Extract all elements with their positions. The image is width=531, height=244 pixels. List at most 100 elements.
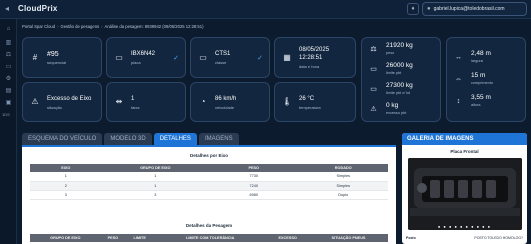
sidebar: ⌂ ▥ ⚖ ▭ ⚙ ▤ ▣ 1DS (0, 19, 17, 244)
lane-label: faixa (131, 105, 140, 110)
weight-label: excesso pbt (386, 111, 407, 115)
menu-toggle-icon[interactable]: ◂ (5, 4, 9, 13)
axle-details-title: Detalhes por Eixo (189, 153, 228, 158)
weight-value: 0 kg (386, 102, 399, 109)
status-card: ⚠ Excesso de Eixo situação (22, 82, 102, 122)
status-label: situação (47, 105, 62, 110)
table-cell: 2 (30, 181, 102, 191)
app-title: CloudPrix (18, 4, 58, 13)
plate-card: ▭ IBX6N42 placa ✓ (106, 37, 186, 78)
column-header: SITUAÇÃO PNEUS (308, 234, 388, 242)
table-cell: 7730 (208, 172, 299, 182)
table-cell: Simples (298, 172, 388, 182)
chart-icon[interactable]: ▥ (4, 39, 13, 48)
report-icon[interactable]: ▤ (4, 87, 13, 96)
breadcrumb-item[interactable]: Portal Spar Cloud (22, 24, 55, 29)
table-row: 3 3 6980 Duplo (30, 190, 388, 200)
weights-card: ⚖ 21920 kg peso ▭ 26000 kg limite pbt ▭ … (361, 37, 441, 122)
table-cell: Simples (298, 181, 388, 191)
dimension-value: 3,55 m (471, 94, 491, 101)
thermometer-icon: 🌡 (282, 97, 293, 106)
card-icon: ▭ (199, 52, 207, 62)
table-cell: 7240 (208, 181, 299, 191)
tab-vehicle-scheme[interactable]: ESQUEMA DO VEÍCULO (22, 133, 103, 145)
date-value: 08/05/2025 (299, 47, 330, 53)
datetime-card: ▦ 08/05/2025 12:28:51 data e hora (274, 37, 356, 78)
class-card: ▭ CTS1 classe ✓ (190, 37, 270, 78)
card-icon: ▭ (115, 52, 123, 62)
class-value: CTS1 (215, 51, 231, 57)
sidebar-footer-label: 1DS (2, 112, 10, 117)
speed-card: ◔ 86 km/h velocidade (190, 82, 270, 122)
breadcrumb: Portal Spar Cloud › Gestão de pesagens › Aná… (22, 24, 204, 29)
dimension-label: largura (471, 59, 483, 63)
dimension-value: 15 m (471, 72, 486, 79)
speed-value: 86 km/h (215, 96, 237, 102)
dimension-label: altura (471, 103, 481, 107)
alert-icon: ⚠ (31, 97, 39, 106)
speed-label: velocidade (215, 105, 235, 110)
column-header: PESO (100, 234, 126, 242)
weight-value: 27300 kg (386, 82, 413, 89)
temperature-card: 🌡 26 °C temperatura (274, 82, 356, 122)
breadcrumb-item[interactable]: Gestão de pesagens (60, 24, 99, 29)
gallery-subtitle: Placa Frontal (450, 149, 479, 154)
lane-value: 1 (131, 96, 135, 102)
axle-table: EIXO GRUPO DE EIXO PESO RODADO 1 1 7730 … (30, 164, 388, 200)
home-icon[interactable]: ⌂ (4, 25, 13, 34)
check-icon: ✓ (173, 54, 179, 62)
details-panel: Detalhes por Eixo EIXO GRUPO DE EIXO PES… (22, 145, 396, 244)
gear-icon[interactable]: ⚙ (4, 75, 13, 84)
sequence-value: #95 (47, 51, 59, 58)
truck-icon[interactable]: ▭ (4, 63, 13, 72)
temperature-value: 26 °C (299, 96, 315, 102)
vehicle-photo[interactable] (408, 158, 522, 230)
class-label: classe (215, 60, 227, 65)
gallery-footer-value: POSTO TOLEDO HOMOLOG? (474, 236, 523, 240)
table-cell: 3 (30, 190, 102, 200)
image-gallery: GALERIA DE IMAGENS Placa Frontal ● ● ● ●… (402, 133, 527, 244)
table-cell: 1 (101, 172, 209, 182)
monitor-icon[interactable]: ▣ (4, 99, 13, 108)
user-icon: ● (427, 6, 431, 12)
weight-label: peso (386, 51, 395, 55)
weighing-details-title: Detalhes da Pesagem (185, 223, 233, 228)
axle-icon: ⇹ (115, 97, 123, 106)
column-header: GRUPO DE EIXO (30, 234, 101, 242)
user-menu[interactable]: ● gabriel.lupica@toledobrasil.com (422, 2, 527, 16)
plate-value: IBX6N42 (131, 51, 156, 57)
column-header: EXCESSO (266, 234, 309, 242)
scale-icon[interactable]: ⚖ (4, 51, 13, 60)
column-header: LIMITE COM TOLERÂNCIA (154, 234, 267, 242)
weight-label: limite pbt c/ tol (386, 91, 411, 95)
length-icon: ⇔ (455, 76, 462, 83)
weight-value: 21920 kg (386, 42, 413, 49)
column-header: EIXO (30, 164, 102, 172)
column-header: RODADO (298, 164, 388, 172)
alert-icon: ⚠ (370, 106, 377, 113)
detail-tabs: ESQUEMA DO VEÍCULO MODELO 3D DETALHES IM… (22, 133, 239, 145)
tab-3d-model[interactable]: MODELO 3D (104, 133, 152, 145)
calendar-icon: ▦ (283, 52, 291, 62)
column-header: GRUPO DE EIXO (101, 164, 209, 172)
gallery-title: GALERIA DE IMAGENS (402, 133, 527, 145)
gallery-pagination[interactable]: ● ● ● ● ● ● ● ● ● ● (402, 224, 527, 229)
table-cell: 1 (30, 172, 102, 182)
hash-icon: # (32, 52, 38, 62)
temperature-label: temperatura (299, 105, 321, 110)
weight-label: limite pbt (386, 71, 402, 75)
column-header: LIMITE (125, 234, 155, 242)
dimensions-card: ↔ 2,48 m largura ⇔ 15 m comprimento ↕ 3,… (446, 37, 526, 122)
tab-images[interactable]: IMAGENS (198, 133, 239, 145)
check-icon: ✓ (257, 54, 263, 62)
sequence-card: # #95 sequencial (22, 37, 102, 78)
table-cell: 6980 (208, 190, 299, 200)
dimension-value: 2,48 m (471, 50, 491, 57)
notifications-icon[interactable]: ♦ (407, 3, 419, 15)
weighing-table: GRUPO DE EIXO PESO LIMITE LIMITE COM TOL… (30, 234, 388, 242)
breadcrumb-item: Análise da pesagem: 8939942 (08/05/2025 … (104, 24, 204, 29)
table-row: 1 1 7730 Simples (30, 172, 388, 182)
tab-details[interactable]: DETALHES (153, 133, 197, 145)
datetime-label: data e hora (299, 64, 320, 69)
truck-icon: ▭ (370, 86, 377, 93)
